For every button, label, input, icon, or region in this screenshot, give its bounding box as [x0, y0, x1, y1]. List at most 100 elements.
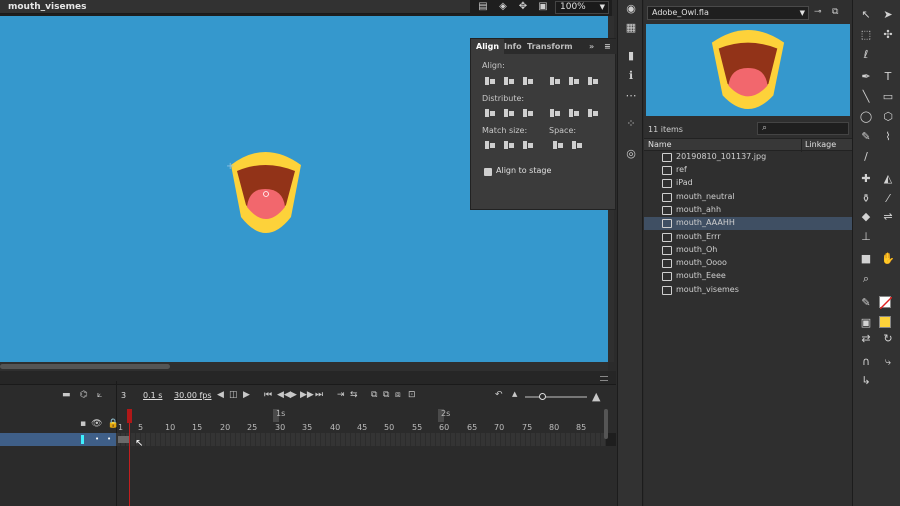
align-panel-icon[interactable]: ▮	[624, 50, 638, 62]
elapsed-time-value[interactable]: 0.1 s	[143, 391, 162, 400]
library-item[interactable]: mouth_neutral	[644, 191, 852, 204]
frame-zoom-slider[interactable]	[525, 393, 587, 400]
clapper-icon[interactable]: ▤	[476, 1, 490, 13]
stage-horizontal-scrollbar[interactable]	[0, 362, 608, 371]
current-frame-value[interactable]: 3	[121, 391, 126, 400]
library-document-select[interactable]: Adobe_Owl.fla ▼	[647, 6, 809, 20]
distribute-right-icon[interactable]	[586, 107, 600, 119]
tab-align[interactable]: Align	[471, 39, 505, 54]
mouth-symbol[interactable]	[225, 149, 307, 241]
fps-value[interactable]: 30.00 fps	[174, 391, 212, 400]
center-stage-icon[interactable]: ✥	[516, 1, 530, 13]
zoom-out-frames-icon[interactable]: ▲	[512, 390, 517, 398]
align-bottom-icon[interactable]	[586, 75, 600, 87]
library-item[interactable]: ref	[644, 164, 852, 177]
distribute-hcenter-icon[interactable]	[567, 107, 581, 119]
layer-name-cell[interactable]: • •	[0, 433, 116, 446]
column-name[interactable]: Name	[648, 140, 672, 149]
library-search-input[interactable]: ⌕	[757, 122, 849, 135]
step-forward-icon[interactable]: ▶▶	[300, 390, 314, 400]
column-linkage[interactable]: Linkage	[805, 140, 836, 149]
step-back-icon[interactable]: ◀◀	[277, 390, 291, 400]
lasso-tool-icon[interactable]: ℓ	[859, 48, 873, 62]
layer-depth-icon[interactable]: ⟀	[97, 390, 102, 400]
pen-tool-icon[interactable]: ✒	[859, 70, 873, 84]
timeline-scrollbar[interactable]	[604, 409, 608, 439]
library-item[interactable]: 20190810_101137.jpg	[644, 151, 852, 164]
paint-bucket-icon[interactable]: ◭	[881, 172, 895, 186]
onion-skin-icon[interactable]: ⧉	[371, 390, 377, 400]
align-top-icon[interactable]	[548, 75, 562, 87]
zoom-tool-icon[interactable]: ⌕	[859, 272, 873, 286]
highlight-layer-icon[interactable]: ▪	[80, 419, 86, 429]
selection-tool-icon[interactable]: ↖	[859, 8, 873, 22]
library-item[interactable]: mouth_Eeee	[644, 270, 852, 283]
tab-info[interactable]: Info	[504, 42, 522, 51]
rectangle-tool-icon[interactable]: ▭	[881, 90, 895, 104]
space-horizontal-icon[interactable]	[570, 139, 584, 151]
library-item[interactable]: mouth_Errr	[644, 231, 852, 244]
library-item[interactable]: mouth_Oh	[644, 244, 852, 257]
default-colors-icon[interactable]: ↻	[881, 332, 895, 346]
new-library-panel-icon[interactable]: ⧉	[832, 7, 838, 17]
slider-knob[interactable]	[539, 393, 546, 400]
transform-panel-icon[interactable]: ⋯	[624, 90, 638, 102]
library-item[interactable]: iPad	[644, 177, 852, 190]
clip-content-icon[interactable]: ▣	[536, 1, 550, 13]
panel-grip-icon[interactable]	[600, 376, 608, 381]
polystar-tool-icon[interactable]: ⬡	[881, 110, 895, 124]
paint-brush-icon[interactable]: ⌇	[881, 130, 895, 144]
stroke-color-swatch[interactable]	[879, 296, 892, 309]
play-icon[interactable]: ▶	[290, 390, 297, 400]
eye-icon[interactable]: 👁	[91, 419, 102, 429]
bone-tool-icon[interactable]: ✚	[859, 172, 873, 186]
ink-bottle-icon[interactable]: ⚱	[859, 192, 873, 206]
smooth-icon[interactable]: ⤷	[881, 355, 895, 369]
space-vertical-icon[interactable]	[551, 139, 565, 151]
layer-lock-dot[interactable]: •	[107, 435, 111, 443]
stroke-color-icon[interactable]: ✎	[859, 296, 873, 310]
modify-markers-icon[interactable]: ⊡	[408, 390, 416, 400]
layer-visible-dot[interactable]: •	[95, 435, 99, 443]
camera-icon[interactable]: ▬	[62, 390, 71, 400]
distribute-bottom-icon[interactable]	[521, 107, 535, 119]
eyedropper-icon[interactable]: ⁄	[881, 192, 895, 206]
panel-collapse-icon[interactable]: »	[589, 42, 594, 51]
fill-color-icon[interactable]: ▣	[859, 316, 873, 330]
swatches-panel-icon[interactable]: ▦	[624, 22, 638, 34]
distribute-top-icon[interactable]	[483, 107, 497, 119]
text-tool-icon[interactable]: T	[881, 70, 895, 84]
align-hcenter-icon[interactable]	[502, 75, 516, 87]
match-both-icon[interactable]	[521, 139, 535, 151]
brush-tool-icon[interactable]: /	[859, 150, 873, 164]
first-frame-icon[interactable]: ⏮	[264, 390, 272, 400]
fill-color-swatch[interactable]	[879, 316, 891, 328]
oval-tool-icon[interactable]: ◯	[859, 110, 873, 124]
playhead-handle[interactable]	[127, 409, 132, 423]
match-height-icon[interactable]	[502, 139, 516, 151]
pin-icon[interactable]: ⊸	[814, 7, 822, 17]
distribute-vcenter-icon[interactable]	[502, 107, 516, 119]
document-tab[interactable]: mouth_visemes	[0, 0, 470, 14]
library-item[interactable]: mouth_visemes	[644, 284, 852, 297]
layer-parenting-icon[interactable]: ⌬	[80, 390, 88, 400]
align-left-icon[interactable]	[483, 75, 497, 87]
center-frame-icon[interactable]: ⇆	[350, 390, 358, 400]
pin-tool-icon[interactable]: ⊥	[859, 230, 873, 244]
loop-icon[interactable]: ⇥	[337, 390, 345, 400]
undo-icon[interactable]: ↶	[495, 390, 503, 400]
straighten-icon[interactable]: ↳	[859, 374, 873, 388]
zoom-in-frames-icon[interactable]: ▲	[592, 390, 600, 403]
align-right-icon[interactable]	[521, 75, 535, 87]
library-item-selected[interactable]: mouth_AAAHH	[644, 217, 852, 230]
playhead[interactable]	[127, 409, 132, 506]
hand-tool-icon[interactable]: ✋	[881, 252, 895, 266]
onion-outlines-icon[interactable]: ⧉	[383, 390, 389, 400]
line-tool-icon[interactable]: ╲	[859, 90, 873, 104]
snap-to-objects-icon[interactable]: ∩	[859, 355, 873, 369]
distribute-left-icon[interactable]	[548, 107, 562, 119]
motion-presets-icon[interactable]: ⁘	[624, 118, 638, 130]
insert-keyframe-icon[interactable]: ◫	[229, 390, 238, 400]
panel-menu-icon[interactable]: ≡	[604, 42, 611, 51]
last-frame-icon[interactable]: ⏭	[315, 390, 323, 400]
